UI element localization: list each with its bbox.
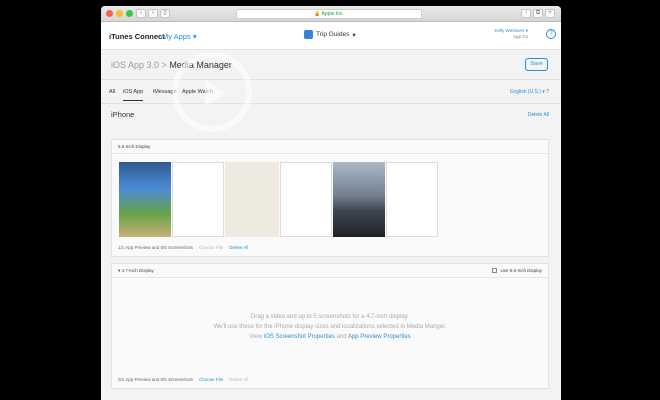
share-icon[interactable]: ↑ (521, 9, 531, 18)
drop-zone[interactable]: Drag a video and up to 5 screenshots for… (112, 312, 548, 342)
screenshot-properties-link[interactable]: iOS Screenshot Properties (264, 334, 335, 340)
language-selector[interactable]: English (U.S.) ▾ ? (510, 89, 549, 95)
tabs-icon[interactable]: ⧉ (533, 9, 543, 18)
chevron-down-icon: ▾ (352, 31, 356, 39)
display-47-title[interactable]: ▾ 4.7-Inch Display (118, 268, 154, 274)
use-55-checkbox[interactable]: Use 5.5-Inch Display (492, 268, 542, 273)
sidebar-icon[interactable]: ▯ (160, 9, 170, 18)
app-icon (304, 30, 313, 39)
browser-window: ‹ › ▯ 🔒 Apple Inc. ↑ ⧉ + iTunes Connect … (101, 6, 561, 400)
screenshot-thumbnail[interactable] (280, 162, 332, 237)
back-icon[interactable]: ‹ (136, 9, 146, 18)
help-icon[interactable]: ? (546, 29, 556, 39)
display-47-status: 0/1 App Preview and 0/5 Screenshots (118, 377, 194, 382)
choose-file-button[interactable]: Choose File (199, 377, 223, 382)
user-company: App Co (512, 34, 528, 39)
lock-icon: 🔒 (314, 11, 321, 17)
delete-all-button[interactable]: Delete All (229, 377, 248, 382)
my-apps-menu[interactable]: My Apps ▾ (162, 32, 197, 41)
close-window-button[interactable] (106, 10, 113, 17)
app-name: Trip Guides (316, 31, 350, 38)
preview-properties-link[interactable]: App Preview Properties (348, 334, 411, 340)
checkbox-icon (492, 268, 498, 273)
screenshot-strip (119, 162, 439, 237)
tab-all[interactable]: All (109, 89, 115, 95)
screenshot-thumbnail[interactable] (172, 162, 224, 237)
screenshot-thumbnail[interactable] (225, 162, 279, 237)
section-title: iPhone (111, 110, 135, 119)
zoom-window-button[interactable] (126, 10, 133, 17)
save-button[interactable]: Save (525, 58, 548, 71)
new-tab-icon[interactable]: + (545, 9, 555, 18)
drop-view-text: View (249, 334, 263, 340)
drop-line-1: Drag a video and up to 5 screenshots for… (251, 314, 409, 320)
choose-file-button[interactable]: Choose File (199, 245, 223, 250)
display-55-panel: 5.5-Inch Display 1/1 App Preview and 5/5… (111, 139, 549, 257)
address-bar[interactable]: 🔒 Apple Inc. (236, 9, 422, 19)
drop-line-2: We'll use these for the iPhone display s… (213, 324, 447, 330)
app-preview-thumbnail[interactable] (119, 162, 171, 237)
section-header: iPhone Delete All (101, 104, 561, 124)
app-selector[interactable]: Trip Guides ▾ (304, 30, 356, 39)
user-name: Kelly Westover (494, 28, 525, 33)
screenshot-thumbnail[interactable] (333, 162, 385, 237)
minimize-window-button[interactable] (116, 10, 123, 17)
play-icon (205, 80, 225, 106)
display-47-panel: ▾ 4.7-Inch Display Use 5.5-Inch Display … (111, 263, 549, 389)
tab-ios-app[interactable]: iOS App (123, 89, 144, 101)
browser-toolbar: ‹ › ▯ 🔒 Apple Inc. ↑ ⧉ + (101, 6, 561, 22)
brand-title: iTunes Connect (109, 32, 165, 41)
url-text: Apple Inc. (321, 11, 344, 17)
forward-icon[interactable]: › (148, 9, 158, 18)
app-header: iTunes Connect My Apps ▾ Trip Guides ▾ K… (101, 22, 561, 50)
page-title-bar: iOS App 3.0 > Media Manager Save (101, 50, 561, 80)
user-menu[interactable]: Kelly Westover ▾ App Co (495, 28, 528, 40)
screenshot-thumbnail[interactable] (386, 162, 438, 237)
drop-and-text: and (336, 334, 347, 340)
traffic-lights (106, 10, 133, 17)
delete-all-button[interactable]: Delete All (229, 245, 248, 250)
display-55-title: 5.5-Inch Display (118, 144, 151, 149)
platform-tabs: All iOS App iMessage Apple Watch English… (101, 80, 561, 104)
display-55-status: 1/1 App Preview and 5/5 Screenshots (118, 245, 194, 250)
delete-all-link[interactable]: Delete All (528, 112, 549, 118)
